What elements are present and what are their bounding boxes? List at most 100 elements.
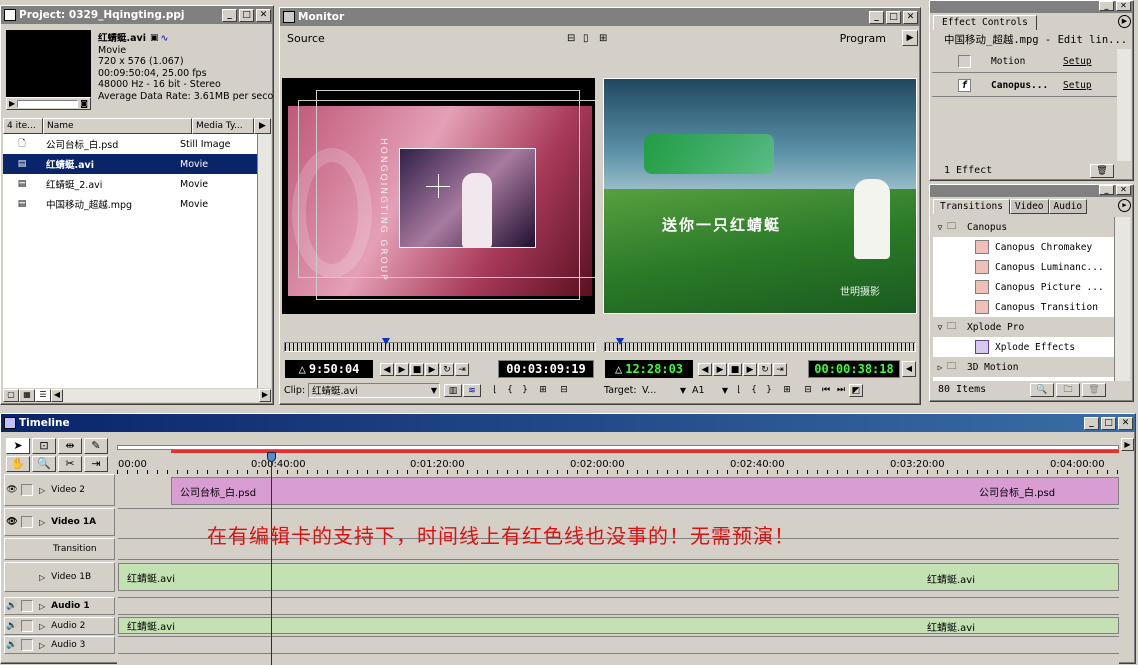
- overlay-icon[interactable]: ⊟: [554, 384, 574, 397]
- play-icon[interactable]: ▶: [9, 99, 15, 108]
- single-view-icon[interactable]: ▯: [583, 33, 599, 44]
- speaker-icon[interactable]: 🔊: [5, 640, 19, 650]
- find-icon[interactable]: 🔍: [1030, 383, 1054, 397]
- preview-scrubber[interactable]: [17, 99, 79, 108]
- stop-icon[interactable]: ■: [728, 362, 742, 376]
- track-header-video-1a[interactable]: 👁 ▷ Video 1A: [4, 508, 115, 536]
- mark-in-icon[interactable]: ⌊: [732, 384, 746, 397]
- expand-closed-icon[interactable]: ▷: [39, 641, 45, 650]
- razor-tool-icon[interactable]: ✂: [58, 456, 82, 472]
- hand-tool-icon[interactable]: ✋: [6, 456, 30, 472]
- transitions-menu-arrow-icon[interactable]: ▶: [1118, 199, 1131, 212]
- maximize-button[interactable]: □: [1101, 416, 1116, 430]
- frame-view-icon[interactable]: ▥: [444, 383, 462, 397]
- scroll-left-icon[interactable]: ◀: [51, 388, 63, 402]
- effect-row-motion[interactable]: Motion Setup: [932, 51, 1117, 73]
- expand-closed-icon[interactable]: ▷: [39, 622, 45, 631]
- list-item[interactable]: 🗋 公司台标_白.psd Still Image: [3, 134, 257, 154]
- loop-icon[interactable]: ↻: [758, 362, 772, 376]
- set-out-icon[interactable]: }: [518, 384, 532, 397]
- maximize-button[interactable]: □: [239, 8, 254, 22]
- clip-video-2[interactable]: 公司台标_白.psd: [171, 477, 1119, 505]
- trim-icon[interactable]: ◩: [849, 383, 863, 397]
- minimize-button[interactable]: _: [1099, 1, 1114, 11]
- stop-icon[interactable]: ■: [410, 362, 424, 376]
- project-titlebar[interactable]: Project: 0329_Hqingting.ppj _ □ ✕: [1, 6, 273, 24]
- preview-play-bar[interactable]: ▶ ◙: [6, 97, 91, 110]
- zoom-tool-icon[interactable]: 🔍: [32, 456, 56, 472]
- extract-icon[interactable]: ⊟: [798, 384, 818, 397]
- tab-video[interactable]: Video: [1009, 199, 1049, 214]
- trash-icon[interactable]: 🗑: [1090, 164, 1114, 178]
- expand-closed-icon[interactable]: ▷: [39, 602, 45, 611]
- previous-edit-icon[interactable]: ⏮: [819, 384, 833, 397]
- track-header-video-2[interactable]: 👁 ▷ Video 2: [4, 474, 115, 506]
- lift-icon[interactable]: ⊞: [777, 384, 797, 397]
- close-button[interactable]: ✕: [903, 10, 918, 24]
- clip-select[interactable]: 红蜻蜓.avi ▼: [308, 382, 440, 398]
- folder-canopus[interactable]: ▽ 🗀 Canopus: [933, 217, 1114, 237]
- timeline-menu-arrow-icon[interactable]: ▶: [1121, 438, 1134, 451]
- rolling-edit-tool-icon[interactable]: ⇹: [58, 438, 82, 454]
- speaker-icon[interactable]: 🔊: [5, 601, 19, 611]
- minimize-button[interactable]: _: [1099, 185, 1114, 195]
- tab-effect-controls[interactable]: Effect Controls: [933, 15, 1037, 30]
- dual-view-icon[interactable]: ⊟: [567, 33, 583, 44]
- expand-closed-icon[interactable]: ▷: [933, 363, 947, 372]
- setup-link[interactable]: Setup: [1063, 80, 1092, 91]
- step-forward-icon[interactable]: ▶: [713, 362, 727, 376]
- set-out-icon[interactable]: }: [762, 384, 776, 397]
- maximize-button[interactable]: □: [886, 10, 901, 24]
- play-in-out-icon[interactable]: ⇥: [773, 362, 787, 376]
- program-playhead[interactable]: [616, 338, 624, 345]
- insert-icon[interactable]: ⊞: [533, 384, 553, 397]
- folder-3d-motion[interactable]: ▷ 🗀 3D Motion: [933, 357, 1114, 377]
- step-forward-icon[interactable]: ▶: [395, 362, 409, 376]
- lock-toggle[interactable]: [21, 639, 33, 651]
- track-header-audio-2[interactable]: 🔊 ▷ Audio 2: [4, 617, 115, 635]
- link-tool-icon[interactable]: ✎: [84, 438, 108, 454]
- trim-view-icon[interactable]: ⊞: [599, 33, 615, 44]
- folder-xplode-pro[interactable]: ▽ 🗀 Xplode Pro: [933, 317, 1114, 337]
- effect-enable-checkbox[interactable]: [958, 55, 971, 68]
- target-video-select[interactable]: V... ▼: [642, 385, 686, 396]
- effect-scrollbar[interactable]: [1117, 49, 1131, 161]
- program-scrub-bar[interactable]: [604, 342, 916, 352]
- close-button[interactable]: ✕: [1116, 1, 1131, 11]
- list-item-selected[interactable]: ▤ 红蜻蜓.avi Movie: [3, 154, 257, 174]
- monitor-titlebar[interactable]: Monitor _ □ ✕: [280, 8, 920, 26]
- play-in-out-icon[interactable]: ⇥: [455, 362, 469, 376]
- thumbnail-view-button[interactable]: ▦: [19, 388, 35, 402]
- source-scrub-bar[interactable]: [284, 342, 596, 352]
- transition-item[interactable]: Xplode Effects: [933, 337, 1114, 357]
- expand-open-icon[interactable]: ▽: [933, 323, 947, 332]
- tab-transitions[interactable]: Transitions: [933, 199, 1010, 214]
- source-playhead[interactable]: [382, 338, 390, 345]
- program-timecode[interactable]: △ 12:28:03: [605, 360, 693, 378]
- source-video-frame[interactable]: HONGQINGTING GROUP: [282, 78, 595, 314]
- track-header-audio-3[interactable]: 🔊 ▷ Audio 3: [4, 636, 115, 654]
- list-view-button[interactable]: ☰: [35, 388, 51, 402]
- track-header-video-1b[interactable]: ▷ Video 1B: [4, 562, 115, 592]
- play-icon[interactable]: ▶: [743, 362, 757, 376]
- minimize-button[interactable]: _: [222, 8, 237, 22]
- step-back-icon[interactable]: ◀: [698, 362, 712, 376]
- close-button[interactable]: ✕: [1118, 416, 1133, 430]
- step-back-icon[interactable]: ◀: [380, 362, 394, 376]
- list-item[interactable]: ▤ 红蜻蜓_2.avi Movie: [3, 174, 257, 194]
- in-out-tool-icon[interactable]: ⇥: [84, 456, 108, 472]
- mark-in-icon[interactable]: ⌊: [488, 384, 502, 397]
- waveform-icon[interactable]: ≋: [463, 383, 481, 397]
- minimize-button[interactable]: _: [1084, 416, 1099, 430]
- setup-link[interactable]: Setup: [1063, 56, 1092, 67]
- lock-toggle[interactable]: [21, 620, 33, 632]
- lock-toggle[interactable]: [21, 484, 33, 496]
- lock-toggle[interactable]: [21, 600, 33, 612]
- loop-icon[interactable]: ↻: [440, 362, 454, 376]
- f-effect-icon[interactable]: f: [958, 79, 971, 92]
- selection-tool-icon[interactable]: ➤: [6, 438, 30, 454]
- transitions-scrollbar[interactable]: [1114, 217, 1130, 381]
- effect-row-canopus[interactable]: f Canopus... Setup: [932, 75, 1117, 97]
- expand-closed-icon[interactable]: ▷: [39, 486, 45, 495]
- column-name[interactable]: Name: [43, 118, 192, 134]
